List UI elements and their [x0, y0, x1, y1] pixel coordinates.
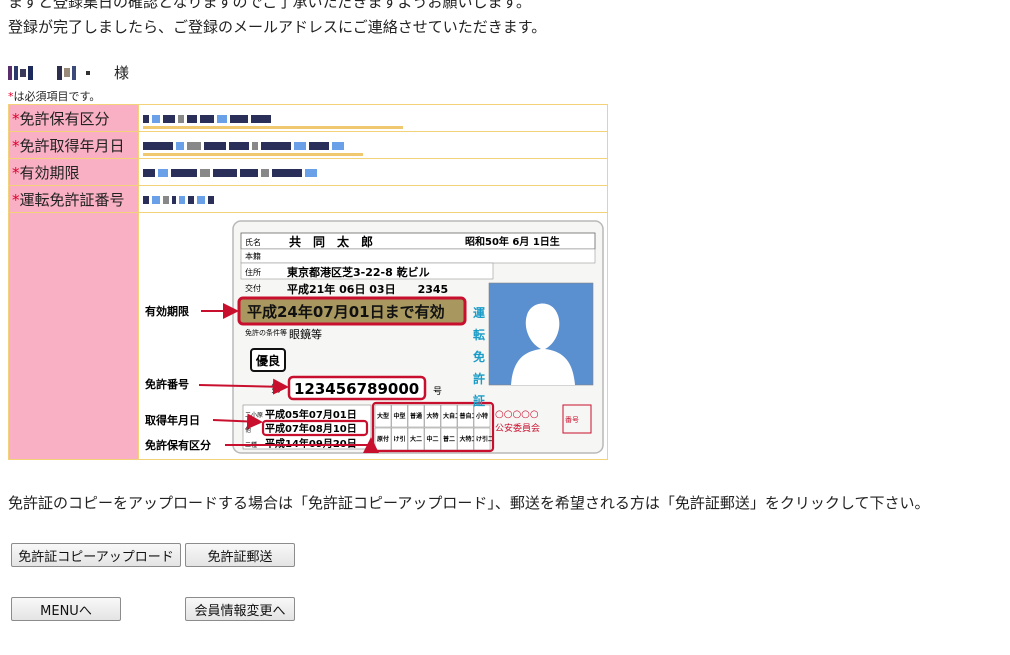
- required-note-text: は必須項目です。: [13, 90, 101, 103]
- callout-expiry: 有効期限: [145, 304, 189, 318]
- license-expiry: 平成24年07月01日まで有効: [247, 303, 445, 321]
- form-row-number: *運転免許証番号: [8, 185, 608, 213]
- vehicle-class-label: 大型: [377, 412, 389, 420]
- label-sample-empty: [8, 212, 139, 460]
- vehicle-class-label: 大二: [410, 435, 422, 443]
- license-birth: 昭和50年 6月 1日生: [465, 235, 560, 248]
- license-conditions: 眼鏡等: [289, 327, 322, 341]
- sample-license-image: 氏名 共 同 太 郎 昭和50年 6月 1日生 本籍 住所 東京都港区芝3-22…: [145, 220, 604, 454]
- required-note: *は必須項目です。: [8, 88, 100, 104]
- vehicle-class-label: 普通: [410, 412, 422, 420]
- license-commission-circles: ○○○○○: [495, 409, 539, 420]
- form-row-expiry: *有効期限: [8, 158, 608, 186]
- user-name-line: 様: [8, 62, 129, 83]
- license-name-label: 氏名: [245, 237, 261, 247]
- intro-line-1: ますと登録集日の確認となりますのでご了承いただきますようお願いします。: [8, 0, 532, 11]
- vehicle-class-label: 小特: [475, 412, 488, 420]
- value-license-class: [138, 104, 608, 132]
- intro-text: ますと登録集日の確認となりますのでご了承いただきますようお願いします。 登録が完…: [8, 0, 546, 40]
- callout-number: 免許番号: [145, 377, 189, 391]
- license-issue: 平成21年 06日 03日 2345: [287, 282, 448, 296]
- license-issue-label: 交付: [245, 283, 261, 293]
- intro-line-2: 登録が完了しましたら、ご登録のメールアドレスにご連絡させていただきます。: [8, 18, 547, 36]
- sample-license-cell: 氏名 共 同 太 郎 昭和50年 6月 1日生 本籍 住所 東京都港区芝3-22…: [138, 212, 608, 460]
- license-name: 共 同 太 郎: [289, 234, 373, 249]
- form-row-sample: 氏名 共 同 太 郎 昭和50年 6月 1日生 本籍 住所 東京都港区芝3-22…: [8, 212, 608, 460]
- license-address: 東京都港区芝3-22-8 乾ビル: [287, 265, 430, 279]
- value-license-number: [138, 185, 608, 213]
- license-honseki-label: 本籍: [245, 251, 261, 261]
- callout-class: 免許保有区分: [145, 438, 211, 452]
- vehicle-class-label: 普二: [443, 435, 455, 443]
- mail-license-button[interactable]: 免許証郵送: [185, 543, 295, 567]
- form-row-class: *免許保有区分: [8, 104, 608, 132]
- license-number: 123456789000: [294, 380, 419, 398]
- vehicle-class-label: け引: [394, 435, 406, 443]
- label-acquired-date: *免許取得年月日: [8, 131, 139, 159]
- license-acq-2: 平成07年08月10日: [265, 422, 357, 435]
- honorific: 様: [114, 64, 130, 82]
- menu-button[interactable]: MENUへ: [11, 597, 121, 621]
- vehicle-class-label: 中二: [427, 435, 439, 443]
- member-info-button[interactable]: 会員情報変更へ: [185, 597, 295, 621]
- license-form-table: *免許保有区分 *免許取得年月日 *有効期限 *運転免許証番号 氏名 共 同 太…: [8, 104, 608, 460]
- upload-instruction: 免許証のコピーをアップロードする場合は「免許証コピーアップロード」、郵送を希望さ…: [8, 494, 930, 512]
- label-license-number: *運転免許証番号: [8, 185, 139, 213]
- value-acquired-date: [138, 131, 608, 159]
- license-row-label-2: 他: [245, 426, 251, 434]
- vehicle-class-label: け引二: [476, 435, 494, 443]
- label-license-class: *免許保有区分: [8, 104, 139, 132]
- upload-copy-button[interactable]: 免許証コピーアップロード: [11, 543, 181, 567]
- vehicle-class-label: 大特: [427, 412, 439, 420]
- license-acq-1: 平成05年07月01日: [265, 408, 357, 421]
- license-yuryo: 優良: [255, 353, 280, 368]
- callout-acquired: 取得年月日: [145, 413, 200, 427]
- license-commission: 公安委員会: [495, 422, 540, 434]
- label-expiry: *有効期限: [8, 158, 139, 186]
- vehicle-class-label: 中型: [394, 412, 406, 420]
- license-address-label: 住所: [245, 267, 261, 277]
- license-row-label-1: 二小原: [245, 411, 263, 419]
- form-row-acquired: *免許取得年月日: [8, 131, 608, 159]
- license-number-prefix: 第: [271, 382, 281, 395]
- license-acq-3: 平成14年09月20日: [265, 437, 357, 450]
- masked-name: [8, 65, 90, 80]
- value-expiry: [138, 158, 608, 186]
- license-conditions-label: 免許の条件等: [245, 328, 287, 337]
- license-seal: 番号: [565, 416, 579, 424]
- vehicle-class-label: 原付: [377, 435, 389, 443]
- license-number-suffix: 号: [433, 386, 442, 397]
